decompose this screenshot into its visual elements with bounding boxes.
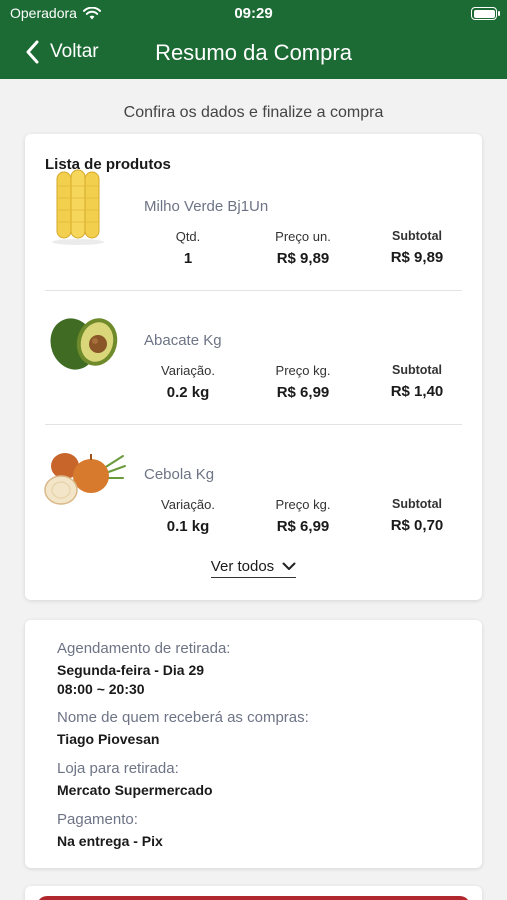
product-price: Preço un. R$ 9,89: [248, 229, 358, 267]
qty-label: Variação.: [161, 363, 215, 378]
receiver-value: Tiago Piovesan: [57, 731, 160, 747]
pickup-time: 08:00 ~ 20:30: [57, 681, 145, 697]
payment-label: Pagamento:: [57, 811, 138, 828]
price-label: Preço kg.: [275, 363, 331, 378]
see-all-button[interactable]: Ver todos: [210, 558, 297, 578]
product-qty: Variação. 0.1 kg: [133, 497, 243, 535]
battery-icon: [471, 7, 500, 20]
product-qty: Qtd. 1: [133, 229, 243, 267]
subtotal-label: Subtotal: [392, 229, 442, 243]
store-value: Mercato Supermercado: [57, 782, 213, 798]
pickup-value: Segunda-feira - Dia 29 08:00 ~ 20:30: [57, 661, 230, 699]
page-title: Resumo da Compra: [155, 40, 352, 65]
product-subtotal: Subtotal R$ 1,40: [362, 363, 472, 400]
product-item[interactable]: Cebola Kg Variação. 0.1 kg Preço kg. R$ …: [25, 410, 482, 544]
corn-image: [52, 169, 104, 245]
pickup-label: Agendamento de retirada:: [57, 640, 231, 657]
payment-info: Pagamento: Na entrega - Pix: [57, 811, 163, 851]
product-item[interactable]: Abacate Kg Variação. 0.2 kg Preço kg. R$…: [25, 276, 482, 410]
chevron-down-icon: [282, 562, 296, 570]
receiver-label: Nome de quem receberá as compras:: [57, 709, 309, 726]
pickup-schedule: Agendamento de retirada: Segunda-feira -…: [57, 640, 230, 699]
price-value: R$ 9,89: [276, 250, 330, 267]
product-name: Cebola Kg: [144, 466, 215, 483]
order-details-card: Agendamento de retirada: Segunda-feira -…: [25, 620, 482, 868]
subtotal-value: R$ 0,70: [390, 517, 444, 534]
price-value: R$ 6,99: [276, 518, 330, 535]
subtotal-value: R$ 1,40: [390, 383, 444, 400]
page-subtitle: Confira os dados e finalize a compra: [123, 104, 384, 121]
product-list-card: Lista de produtos Milho Verde Bj1Un Qtd.…: [25, 134, 482, 600]
qty-label: Qtd.: [175, 229, 201, 244]
clock: 09:29: [234, 5, 273, 22]
payment-value: Na entrega - Pix: [57, 833, 163, 849]
avocado-image: [50, 318, 118, 370]
bottom-card: [25, 886, 482, 900]
receiver-info: Nome de quem receberá as compras: Tiago …: [57, 709, 309, 749]
product-subtotal: Subtotal R$ 0,70: [362, 497, 472, 534]
product-subtotal: Subtotal R$ 9,89: [362, 229, 472, 266]
finalize-button[interactable]: [37, 896, 470, 900]
qty-value: 0.2 kg: [166, 384, 210, 401]
price-label: Preço un.: [275, 229, 331, 244]
store-info: Loja para retirada: Mercato Supermercado: [57, 760, 213, 800]
product-name: Abacate Kg: [144, 332, 222, 349]
product-price: Preço kg. R$ 6,99: [248, 363, 358, 401]
product-qty: Variação. 0.2 kg: [133, 363, 243, 401]
header-bar: Operadora 09:29 Voltar Resumo da Compra: [0, 0, 507, 79]
subtotal-label: Subtotal: [392, 497, 442, 511]
qty-value: 1: [183, 250, 193, 267]
product-name: Milho Verde Bj1Un: [144, 198, 269, 215]
see-all-label: Ver todos: [210, 558, 275, 575]
qty-value: 0.1 kg: [166, 518, 210, 535]
status-bar: Operadora 09:29: [0, 0, 507, 30]
qty-label: Variação.: [161, 497, 215, 512]
see-all-row: Ver todos: [25, 558, 482, 578]
subtotal-label: Subtotal: [392, 363, 442, 377]
price-value: R$ 6,99: [276, 384, 330, 401]
product-item[interactable]: Milho Verde Bj1Un Qtd. 1 Preço un. R$ 9,…: [25, 142, 482, 276]
store-label: Loja para retirada:: [57, 760, 179, 777]
onion-image: [44, 453, 126, 505]
pickup-day: Segunda-feira - Dia 29: [57, 662, 205, 678]
product-price: Preço kg. R$ 6,99: [248, 497, 358, 535]
subtotal-value: R$ 9,89: [390, 249, 444, 266]
price-label: Preço kg.: [275, 497, 331, 512]
